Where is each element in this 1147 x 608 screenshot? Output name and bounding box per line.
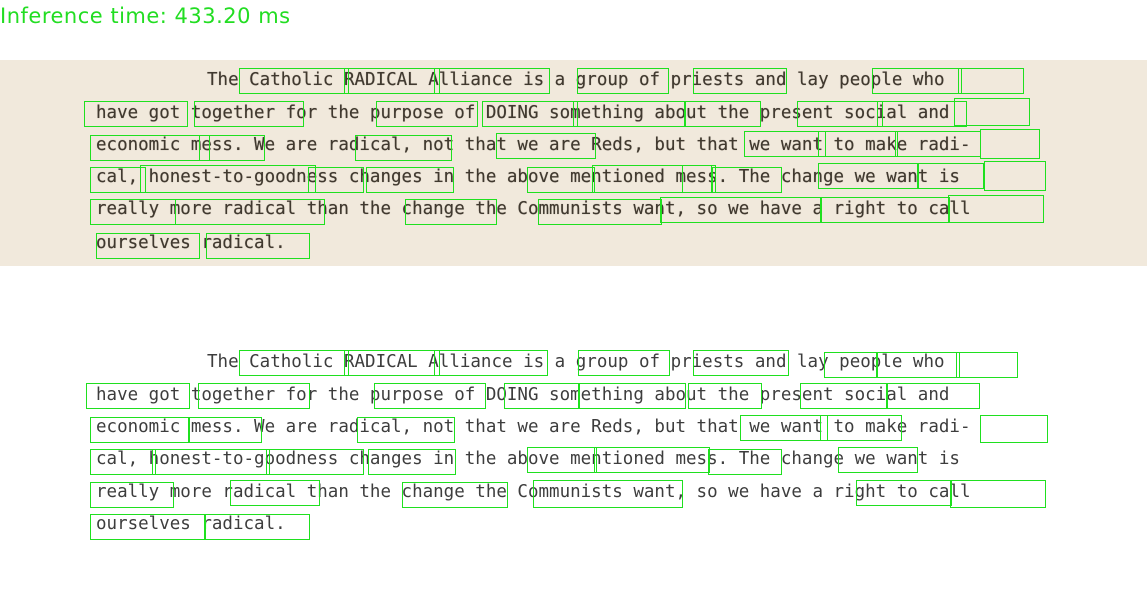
detection-box [527,167,595,193]
detection-box [90,417,190,443]
detection-box [152,449,270,475]
detection-box [90,482,174,508]
detection-box [594,447,710,473]
detection-box [194,101,304,127]
detection-box [198,383,310,409]
detection-box [740,415,828,441]
detection-box [688,383,762,409]
detection-box [533,480,683,508]
detection-box [744,131,826,157]
detection-box [357,417,455,443]
detection-box [96,233,200,259]
detection-box [980,415,1048,443]
detection-box [355,135,452,161]
detection-box [708,449,782,475]
detection-box [140,165,316,193]
detection-box [856,480,952,506]
detection-box [366,167,454,193]
detection-box [402,482,508,508]
detection-box [86,383,190,409]
detection-box [800,383,888,409]
detection-box [954,98,1030,126]
detection-box [682,165,716,193]
detection-box [374,383,486,409]
detection-box [90,135,210,161]
detection-box [578,350,670,376]
detection-box [693,350,789,376]
detection-box [84,101,188,127]
detection-box [956,352,1018,378]
detection-box [482,101,578,127]
detection-box [797,101,883,127]
detection-box [895,131,981,157]
detection-box [577,68,669,94]
detection-box [573,101,685,127]
inference-time-label: Inference time: 433.20 ms [0,4,291,28]
detection-box [824,352,878,378]
detection-box [344,350,440,376]
detection-box [818,163,918,189]
detection-box [368,449,456,475]
detection-box [818,131,898,157]
detection-box [90,167,146,193]
detection-box [660,197,822,223]
detection-box [538,199,662,225]
detection-box [820,197,950,223]
detection-box [230,480,320,506]
detection-box [199,135,265,161]
detection-box [239,350,349,376]
detection-box [90,199,176,225]
detection-box [266,449,364,475]
detection-box [918,163,984,189]
detection-box [685,101,761,127]
detection-box [376,101,478,127]
detection-box [90,449,156,475]
scanned-document-image: The Catholic RADICAL Alliance is a group… [0,60,1147,266]
detection-box [204,514,310,540]
detection-box [239,68,349,94]
detection-box [984,161,1046,191]
detection-box [496,133,596,159]
detection-box [504,383,580,409]
detection-box [980,129,1040,159]
detection-box [578,383,686,409]
detection-box [886,383,980,409]
detection-box [948,195,1044,223]
detection-box [206,233,310,259]
detection-box [693,68,787,94]
detection-box [434,350,548,376]
detection-box [712,167,782,193]
detection-box [820,415,902,441]
detection-box [527,447,597,473]
detection-box [872,68,962,94]
detection-box [188,417,262,443]
detection-box [838,447,918,473]
detection-box [950,480,1046,508]
detection-box [405,199,497,225]
detection-box [434,68,550,94]
detection-box [90,514,206,540]
rendered-document-image: The Catholic RADICAL Alliance is a group… [0,340,1147,546]
detection-box [175,199,325,225]
detection-box [876,352,960,378]
detection-box [344,68,440,94]
detection-box [958,68,1024,94]
detection-box [308,167,364,193]
